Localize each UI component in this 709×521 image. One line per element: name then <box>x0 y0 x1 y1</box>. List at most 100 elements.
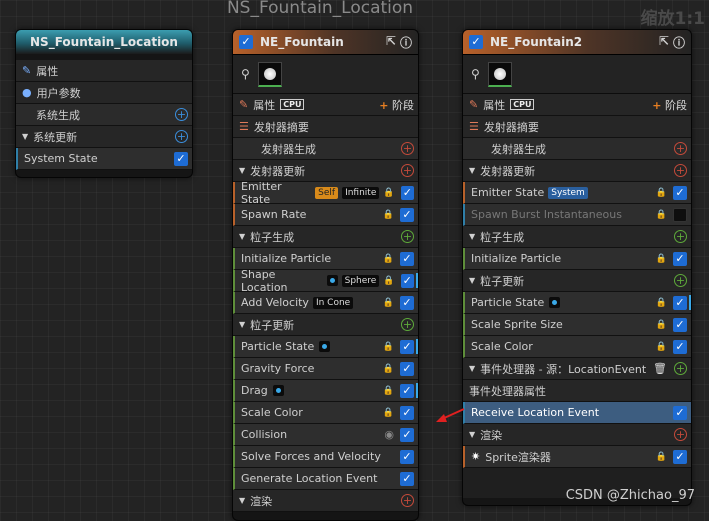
e1-scale-color-row[interactable]: Scale Color 🔒 ✓ <box>233 402 418 424</box>
enable-checkbox[interactable]: ✓ <box>400 295 414 310</box>
e2-particle-update-row[interactable]: ▼ 粒子更新 + <box>463 270 691 292</box>
system-state-row[interactable]: System State ✓ <box>16 148 192 170</box>
e2-particle-state-row[interactable]: Particle State 🔒 ✓ <box>463 292 691 314</box>
lock-icon[interactable]: 🔒 <box>383 364 394 374</box>
pin-icon[interactable]: ⚲ <box>471 67 480 81</box>
e1-drag-row[interactable]: Drag 🔒 ✓ <box>233 380 418 402</box>
add-icon[interactable]: + <box>674 230 687 243</box>
collapse-triangle-icon[interactable]: ▼ <box>239 232 245 241</box>
lock-icon[interactable]: 🔒 <box>383 342 394 352</box>
enable-checkbox[interactable]: ✓ <box>400 207 414 222</box>
collapse-triangle-icon[interactable]: ▼ <box>239 320 245 329</box>
enable-checkbox[interactable]: ✓ <box>174 151 188 166</box>
e1-gravity-force-row[interactable]: Gravity Force 🔒 ✓ <box>233 358 418 380</box>
e2-summary-row[interactable]: ☰ 发射器摘要 <box>463 116 691 138</box>
enable-checkbox[interactable]: ✓ <box>673 295 687 310</box>
enable-checkbox[interactable]: ✓ <box>400 383 414 398</box>
info-icon[interactable]: ⓘ <box>400 34 412 51</box>
enable-checkbox[interactable]: ✓ <box>673 185 687 200</box>
lock-icon[interactable]: 🔒 <box>383 408 394 418</box>
e2-sprite-renderer-row[interactable]: ✷ Sprite渲染器 🔒 ✓ <box>463 446 691 468</box>
emitter1-header[interactable]: ✓ NE_Fountain ⇱ ⓘ <box>233 30 418 55</box>
trash-icon[interactable]: 🗑 <box>653 362 667 375</box>
disabled-checkbox[interactable] <box>673 207 687 222</box>
e2-properties-row[interactable]: ✎ 属性 CPU + 阶段 <box>463 94 691 116</box>
e1-render-row[interactable]: ▼ 渲染 + <box>233 490 418 512</box>
e1-particle-spawn-row[interactable]: ▼ 粒子生成 + <box>233 226 418 248</box>
e1-emitter-spawn-row[interactable]: 发射器生成 + <box>233 138 418 160</box>
lock-icon[interactable]: 🔒 <box>383 298 394 308</box>
lock-icon[interactable]: 🔒 <box>656 254 667 264</box>
collapse-triangle-icon[interactable]: ▼ <box>239 496 245 505</box>
e1-spawn-rate-row[interactable]: Spawn Rate 🔒 ✓ <box>233 204 418 226</box>
collapse-triangle-icon[interactable]: ▼ <box>22 132 28 141</box>
info-icon[interactable]: ⓘ <box>673 34 685 51</box>
user-params-row[interactable]: ● 用户参数 <box>16 82 192 104</box>
e1-properties-row[interactable]: ✎ 属性 CPU + 阶段 <box>233 94 418 116</box>
lock-icon[interactable]: 🔒 <box>656 210 667 220</box>
lock-icon[interactable]: 🔒 <box>656 298 667 308</box>
lock-icon[interactable]: 🔒 <box>383 254 394 264</box>
lock-icon[interactable]: 🔒 <box>656 188 667 198</box>
e1-particle-update-row[interactable]: ▼ 粒子更新 + <box>233 314 418 336</box>
e1-shape-location-row[interactable]: Shape Location Sphere 🔒 ✓ <box>233 268 418 294</box>
e1-emitter-state-row[interactable]: Emitter State Self Infinite 🔒 ✓ <box>233 180 418 206</box>
e2-render-row[interactable]: ▼ 渲染 + <box>463 424 691 446</box>
lock-icon[interactable]: 🔒 <box>656 342 667 352</box>
add-icon[interactable]: + <box>175 108 188 121</box>
add-icon[interactable]: + <box>674 274 687 287</box>
enable-checkbox[interactable]: ✓ <box>400 339 414 354</box>
e2-event-handler-props-row[interactable]: 事件处理器属性 <box>463 380 691 402</box>
enable-checkbox[interactable]: ✓ <box>400 273 414 288</box>
system-node-header[interactable]: NS_Fountain_Location <box>16 30 192 54</box>
enable-checkbox[interactable]: ✓ <box>673 339 687 354</box>
collapse-triangle-icon[interactable]: ▼ <box>469 232 475 241</box>
enable-checkbox[interactable]: ✓ <box>400 251 414 266</box>
add-icon[interactable]: + <box>401 230 414 243</box>
open-external-icon[interactable]: ⇱ <box>386 34 396 51</box>
e2-scale-color-row[interactable]: Scale Color 🔒 ✓ <box>463 336 691 358</box>
add-icon[interactable]: + <box>674 362 687 375</box>
collapse-triangle-icon[interactable]: ▼ <box>239 166 245 175</box>
e2-emitter-spawn-row[interactable]: 发射器生成 + <box>463 138 691 160</box>
e2-emitter-update-row[interactable]: ▼ 发射器更新 + <box>463 160 691 182</box>
add-stage-button[interactable]: + 阶段 <box>652 97 687 113</box>
lock-icon[interactable]: 🔒 <box>383 188 394 198</box>
add-icon[interactable]: + <box>401 142 414 155</box>
add-icon[interactable]: + <box>674 428 687 441</box>
add-icon[interactable]: + <box>401 164 414 177</box>
enable-checkbox[interactable]: ✓ <box>400 449 414 464</box>
add-stage-button[interactable]: + 阶段 <box>379 97 414 113</box>
system-node[interactable]: NS_Fountain_Location ✎ 属性 ● 用户参数 系统生成 + … <box>15 29 193 178</box>
e2-receive-location-event-row[interactable]: Receive Location Event ✓ <box>463 402 691 424</box>
enable-checkbox[interactable]: ✓ <box>673 251 687 266</box>
emitter-node-ne-fountain[interactable]: ✓ NE_Fountain ⇱ ⓘ ⚲ ✎ 属性 CPU + 阶段 ☰ 发射器摘… <box>232 29 419 521</box>
e1-generate-location-event-row[interactable]: Generate Location Event ✓ <box>233 468 418 490</box>
enable-checkbox[interactable]: ✓ <box>400 405 414 420</box>
emitter2-header[interactable]: ✓ NE_Fountain2 ⇱ ⓘ <box>463 30 691 55</box>
collapse-triangle-icon[interactable]: ▼ <box>469 430 475 439</box>
e2-emitter-state-row[interactable]: Emitter State System 🔒 ✓ <box>463 182 691 204</box>
open-external-icon[interactable]: ⇱ <box>659 34 669 51</box>
e1-particle-state-row[interactable]: Particle State 🔒 ✓ <box>233 336 418 358</box>
pin-icon[interactable]: ⚲ <box>241 67 250 81</box>
lock-icon[interactable]: 🔒 <box>656 320 667 330</box>
add-icon[interactable]: + <box>674 164 687 177</box>
e2-init-particle-row[interactable]: Initialize Particle 🔒 ✓ <box>463 248 691 270</box>
e2-particle-spawn-row[interactable]: ▼ 粒子生成 + <box>463 226 691 248</box>
e1-summary-row[interactable]: ☰ 发射器摘要 <box>233 116 418 138</box>
lock-icon[interactable]: 🔒 <box>383 276 394 286</box>
system-spawn-row[interactable]: 系统生成 + <box>16 104 192 126</box>
emitter-node-ne-fountain2[interactable]: ✓ NE_Fountain2 ⇱ ⓘ ⚲ ✎ 属性 CPU + 阶段 ☰ 发射器… <box>462 29 692 506</box>
enable-checkbox[interactable]: ✓ <box>673 405 687 420</box>
system-update-row[interactable]: ▼ 系统更新 + <box>16 126 192 148</box>
enable-checkbox[interactable]: ✓ <box>673 449 687 464</box>
emitter-enable-checkbox[interactable]: ✓ <box>239 35 253 49</box>
collapse-triangle-icon[interactable]: ▼ <box>469 166 475 175</box>
collapse-triangle-icon[interactable]: ▼ <box>469 364 475 373</box>
enable-checkbox[interactable]: ✓ <box>400 185 414 200</box>
e2-event-handler-row[interactable]: ▼ 事件处理器 - 源：LocationEvent 🗑 + <box>463 358 691 380</box>
lock-icon[interactable]: 🔒 <box>383 386 394 396</box>
collapse-triangle-icon[interactable]: ▼ <box>469 276 475 285</box>
enable-checkbox[interactable]: ✓ <box>400 471 414 486</box>
